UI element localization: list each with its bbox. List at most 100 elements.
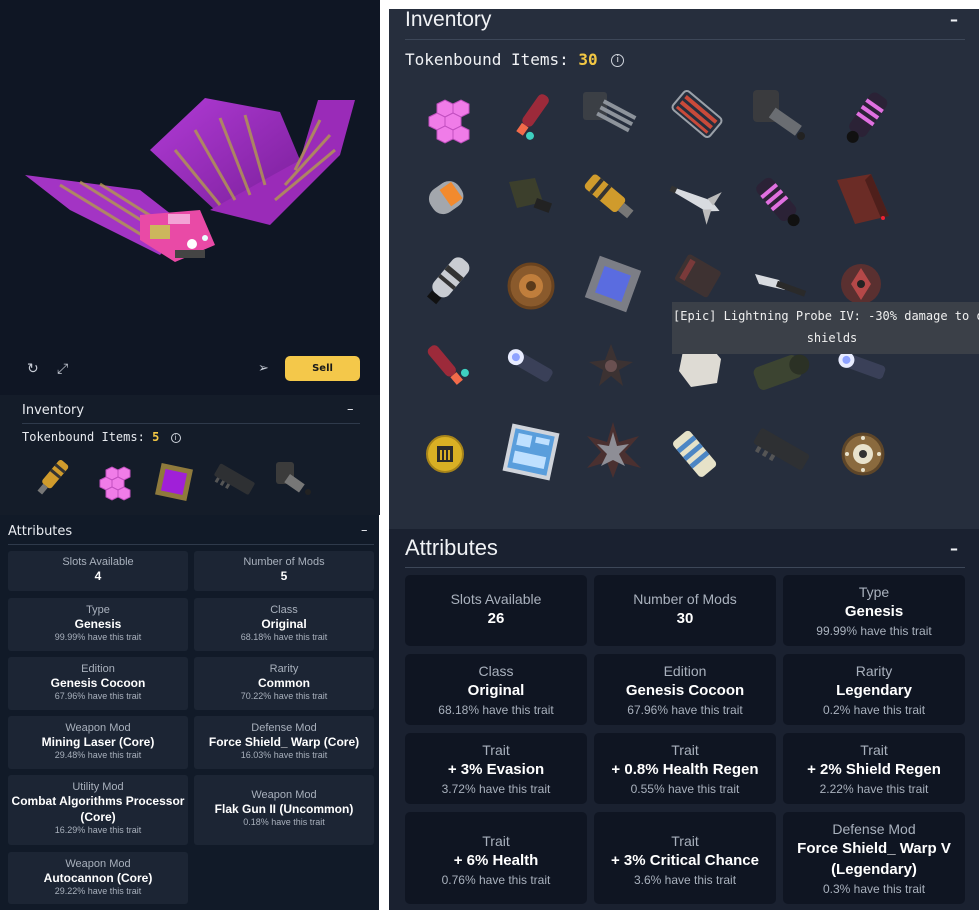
reload-icon[interactable]: ↻	[27, 361, 39, 377]
attribute-label: Rarity	[269, 663, 299, 675]
attribute-value: + 6% Health	[453, 852, 539, 869]
expand-icon[interactable]: ⤢	[57, 361, 68, 377]
inventory-item-blue-light-cannon[interactable]	[499, 335, 563, 399]
inventory-item-bronze-disc[interactable]	[499, 252, 563, 316]
inventory-item-purple-coil-cannon[interactable]	[835, 88, 899, 152]
attribute-value: Genesis	[74, 617, 122, 631]
divider	[405, 567, 965, 568]
tokenbound-label: Tokenbound Items:	[405, 50, 569, 69]
attribute-card-number-of-mods: Number of Mods 30	[594, 575, 776, 646]
inventory-item-brown-armor-plate[interactable]	[831, 168, 895, 232]
attribute-label: Slots Available	[450, 591, 542, 607]
attribute-percent: 3.72% have this trait	[441, 782, 551, 796]
attribute-value: + 3% Evasion	[447, 761, 545, 778]
attribute-percent: 67.96% have this trait	[54, 691, 142, 701]
attribute-value: Legendary	[836, 682, 912, 699]
attribute-percent: 0.3% have this trait	[822, 882, 926, 896]
attribute-value: Flak Gun II (Uncommon)	[214, 802, 354, 816]
inventory-item-olive-block[interactable]	[499, 168, 563, 232]
left-tokenbound-items: Tokenbound Items: 5 i	[22, 430, 181, 444]
attribute-card-trait-health: Trait + 6% Health 0.76% have this trait	[405, 812, 587, 904]
attribute-percent: 0.18% have this trait	[243, 817, 325, 827]
attribute-value: 30	[676, 610, 694, 627]
inventory-item-dark-rail[interactable]	[212, 458, 256, 502]
attribute-label: Number of Mods	[243, 556, 325, 568]
butterfly-ship-model	[25, 98, 355, 262]
attribute-card-trait-shield-regen: Trait + 2% Shield Regen 2.22% have this …	[783, 733, 965, 804]
attribute-card-defense-mod: Defense Mod Force Shield_ Warp V (Legend…	[783, 812, 965, 904]
attribute-percent: 0.55% have this trait	[630, 782, 740, 796]
attribute-card-edition: Edition Genesis Cocoon 67.96% have this …	[594, 654, 776, 725]
attribute-card-weapon-mod-3: Weapon Mod Autocannon (Core) 29.22% have…	[8, 852, 188, 904]
inventory-item-gold-coin[interactable]	[415, 422, 479, 486]
attribute-label: Trait	[482, 742, 510, 758]
attribute-card-slots-available: Slots Available 4	[8, 551, 188, 591]
attribute-value: Mining Laser (Core)	[41, 735, 155, 749]
inventory-item-grey-turret[interactable]	[272, 456, 316, 500]
tokenbound-count: 5	[152, 430, 160, 444]
attribute-value: Genesis Cocoon	[50, 676, 146, 690]
attribute-label: Utility Mod	[72, 781, 124, 793]
model-viewer[interactable]: ↻ ⤢ ➢ Sell	[0, 0, 380, 395]
inventory-item-silver-engine[interactable]	[415, 250, 479, 314]
tokenbound-label: Tokenbound Items:	[22, 430, 145, 444]
left-inventory-title: Inventory	[22, 403, 85, 418]
inventory-item-spiked-mine[interactable]	[579, 332, 643, 396]
right-inventory-collapse-button[interactable]: –	[950, 10, 958, 29]
left-inventory-collapse-button[interactable]: –	[347, 402, 354, 417]
attribute-label: Number of Mods	[633, 591, 737, 607]
inventory-item-gold-drill-cannon[interactable]	[579, 165, 643, 229]
attribute-label: Type	[858, 584, 890, 600]
inventory-item-dark-rail[interactable]	[749, 418, 813, 482]
inventory-item-dark-turret[interactable]	[749, 82, 813, 146]
attribute-percent: 99.99% have this trait	[54, 632, 142, 642]
inventory-item-red-probe[interactable]	[499, 85, 563, 149]
attribute-label: Weapon Mod	[251, 789, 317, 801]
right-panel: Inventory – Tokenbound Items: 30 i [Epic…	[389, 0, 979, 910]
attribute-value: 26	[487, 610, 505, 627]
inventory-item-blue-capsule[interactable]	[664, 422, 728, 486]
attribute-label: Slots Available	[62, 556, 134, 568]
inventory-item-bronze-wheel[interactable]	[831, 422, 895, 486]
item-tooltip: [Epic] Lightning Probe IV: -30% damage t…	[672, 302, 979, 354]
inventory-item-red-missile-pod[interactable]	[665, 82, 729, 146]
inventory-item-purple-coil-cannon-2[interactable]	[749, 170, 813, 234]
attribute-card-trait-health-regen: Trait + 0.8% Health Regen 0.55% have thi…	[594, 733, 776, 804]
attribute-percent: 67.96% have this trait	[627, 703, 743, 717]
left-attributes-collapse-button[interactable]: –	[361, 523, 368, 538]
attribute-value: Original	[467, 682, 525, 699]
right-attributes-collapse-button[interactable]: –	[950, 539, 958, 558]
inventory-item-spiked-shell[interactable]	[581, 418, 645, 482]
inventory-item-grey-gatling[interactable]	[577, 82, 641, 146]
attribute-card-edition: Edition Genesis Cocoon 67.96% have this …	[8, 657, 188, 710]
attribute-label: Trait	[860, 742, 888, 758]
info-icon[interactable]: i	[170, 432, 181, 443]
attribute-percent: 2.22% have this trait	[819, 782, 929, 796]
info-icon[interactable]: i	[611, 54, 625, 67]
attribute-percent: 99.99% have this trait	[816, 624, 932, 638]
attribute-percent: 0.2% have this trait	[822, 703, 926, 717]
attribute-value: 4	[94, 569, 102, 583]
attribute-percent: 29.48% have this trait	[54, 750, 142, 760]
inventory-item-gold-drill-cannon[interactable]	[30, 456, 74, 500]
attribute-value: Original	[261, 617, 307, 631]
inventory-item-purple-chip[interactable]	[152, 460, 196, 504]
attribute-label: Rarity	[855, 663, 893, 679]
attribute-percent: 70.22% have this trait	[240, 691, 328, 701]
share-icon[interactable]: ➢	[258, 361, 269, 376]
attribute-label: Trait	[671, 833, 699, 849]
attribute-card-rarity: Rarity Legendary 0.2% have this trait	[783, 654, 965, 725]
inventory-item-blue-chip[interactable]	[581, 252, 645, 316]
right-tokenbound-items: Tokenbound Items: 30 i	[405, 50, 625, 69]
attribute-card-class: Class Original 68.18% have this trait	[405, 654, 587, 725]
inventory-item-circuit-board[interactable]	[499, 420, 563, 484]
inventory-item-white-missile[interactable]	[664, 168, 728, 232]
tooltip-line-1: [Epic] Lightning Probe IV: -30% damage t…	[673, 309, 979, 323]
inventory-item-orange-thruster[interactable]	[415, 165, 479, 229]
attribute-label: Class	[270, 604, 298, 616]
inventory-item-pink-hexagon-cluster[interactable]	[92, 460, 136, 504]
attribute-card-slots-available: Slots Available 26	[405, 575, 587, 646]
inventory-item-pink-hexagon-cluster[interactable]	[415, 88, 479, 152]
inventory-item-red-probe-2[interactable]	[415, 335, 479, 399]
sell-button[interactable]: Sell	[285, 356, 360, 381]
